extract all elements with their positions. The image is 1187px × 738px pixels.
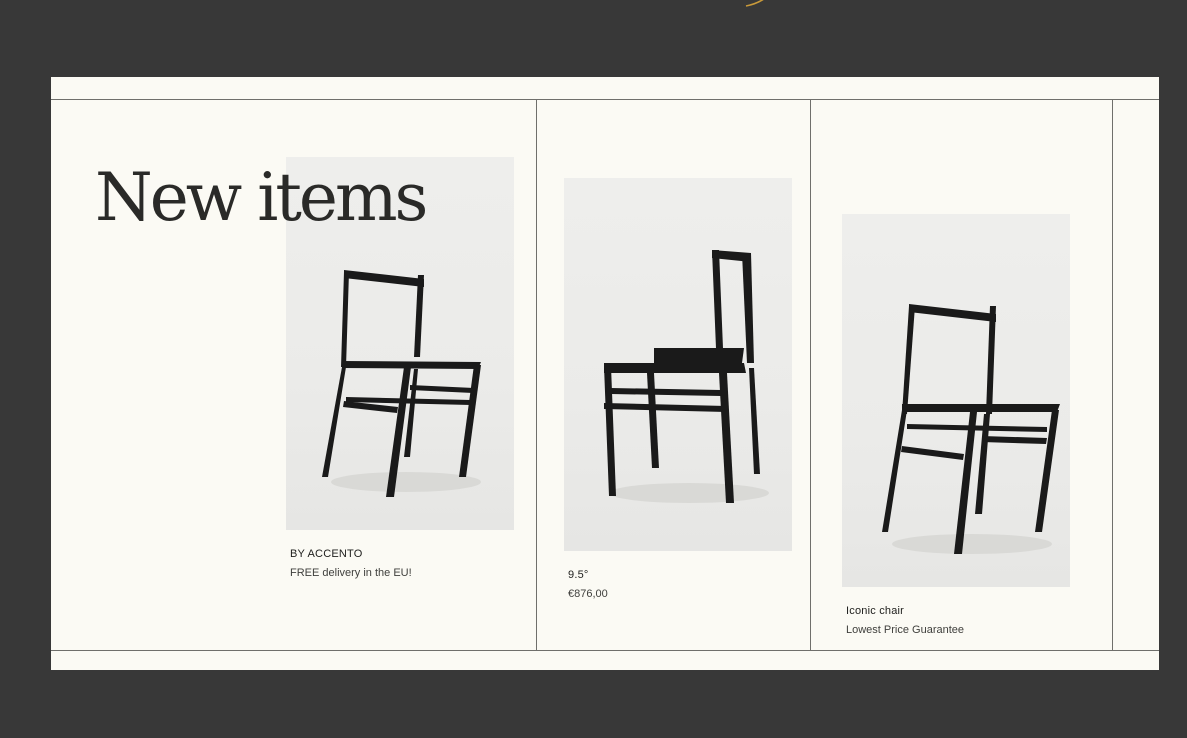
product-image[interactable] [564,178,792,551]
column-divider [1112,99,1113,651]
new-items-section: New items BY ACCENTO FREE delivery in th… [51,77,1159,670]
decorative-swoosh [745,0,764,7]
product-name[interactable]: Iconic chair [846,605,1070,617]
section-heading: New items [95,159,428,236]
product-detail: €876,00 [568,588,608,600]
product-card[interactable]: 9.5° €876,00 [564,178,792,600]
column-divider [536,99,537,651]
product-detail: FREE delivery in the EU! [290,567,412,579]
top-divider [51,99,1159,100]
product-detail: Lowest Price Guarantee [846,624,965,636]
product-image[interactable] [842,214,1070,587]
product-name[interactable]: 9.5° [568,569,792,581]
product-card[interactable]: Iconic chair Lowest Price Guarantee [842,214,1070,636]
chair-illustration [604,250,769,503]
column-divider [810,99,811,651]
product-name[interactable]: BY ACCENTO [290,548,514,560]
chair-illustration [882,304,1060,554]
bottom-divider [51,650,1159,651]
